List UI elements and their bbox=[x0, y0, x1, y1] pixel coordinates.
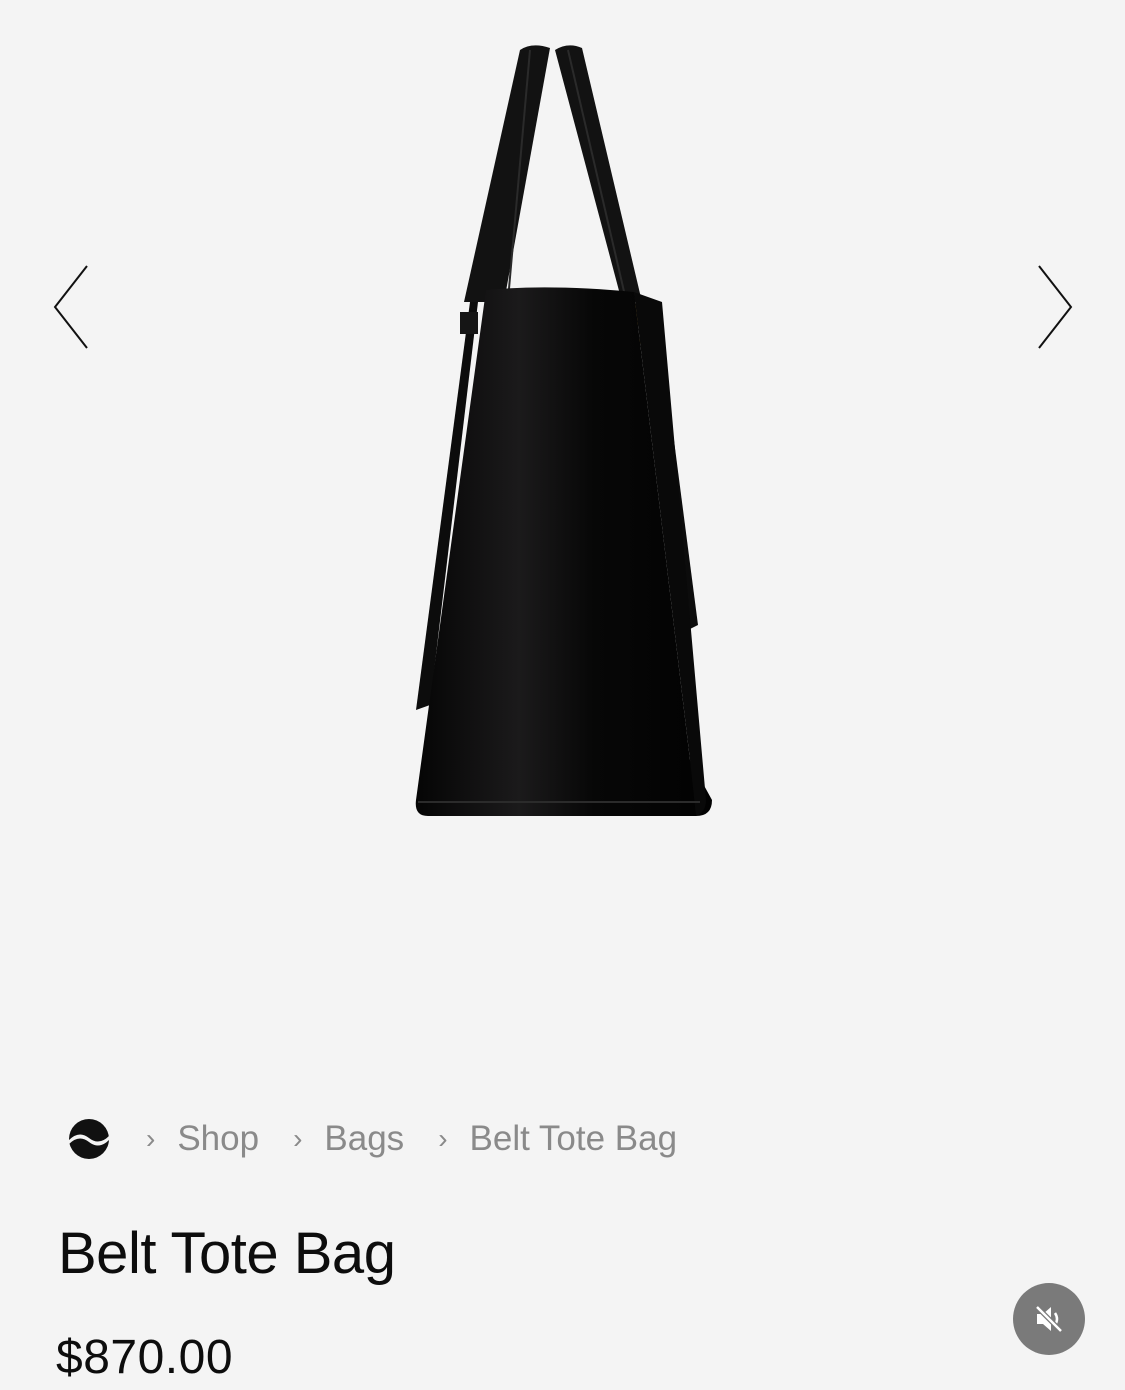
chevron-left-icon bbox=[53, 265, 88, 349]
breadcrumb-link-shop[interactable]: Shop bbox=[177, 1119, 259, 1159]
breadcrumb-separator: › bbox=[293, 1123, 303, 1154]
previous-image-button[interactable] bbox=[36, 252, 106, 362]
mute-toggle-button[interactable] bbox=[1013, 1283, 1085, 1355]
breadcrumb-separator: › bbox=[146, 1123, 156, 1154]
chevron-right-icon bbox=[1038, 265, 1073, 349]
breadcrumb: › Shop › Bags › Belt Tote Bag bbox=[66, 1112, 677, 1166]
product-page: › Shop › Bags › Belt Tote Bag Belt Tote … bbox=[0, 0, 1125, 1390]
product-image-gallery bbox=[0, 0, 1125, 1060]
product-title: Belt Tote Bag bbox=[58, 1221, 396, 1286]
breadcrumb-link-bags[interactable]: Bags bbox=[324, 1119, 404, 1159]
brand-logo-icon[interactable] bbox=[66, 1116, 112, 1162]
breadcrumb-current: Belt Tote Bag bbox=[469, 1119, 678, 1158]
speaker-muted-icon bbox=[1035, 1305, 1063, 1333]
next-image-button[interactable] bbox=[1020, 252, 1090, 362]
breadcrumb-separator: › bbox=[438, 1123, 448, 1154]
product-image bbox=[415, 45, 712, 816]
product-price: $870.00 bbox=[56, 1331, 234, 1384]
